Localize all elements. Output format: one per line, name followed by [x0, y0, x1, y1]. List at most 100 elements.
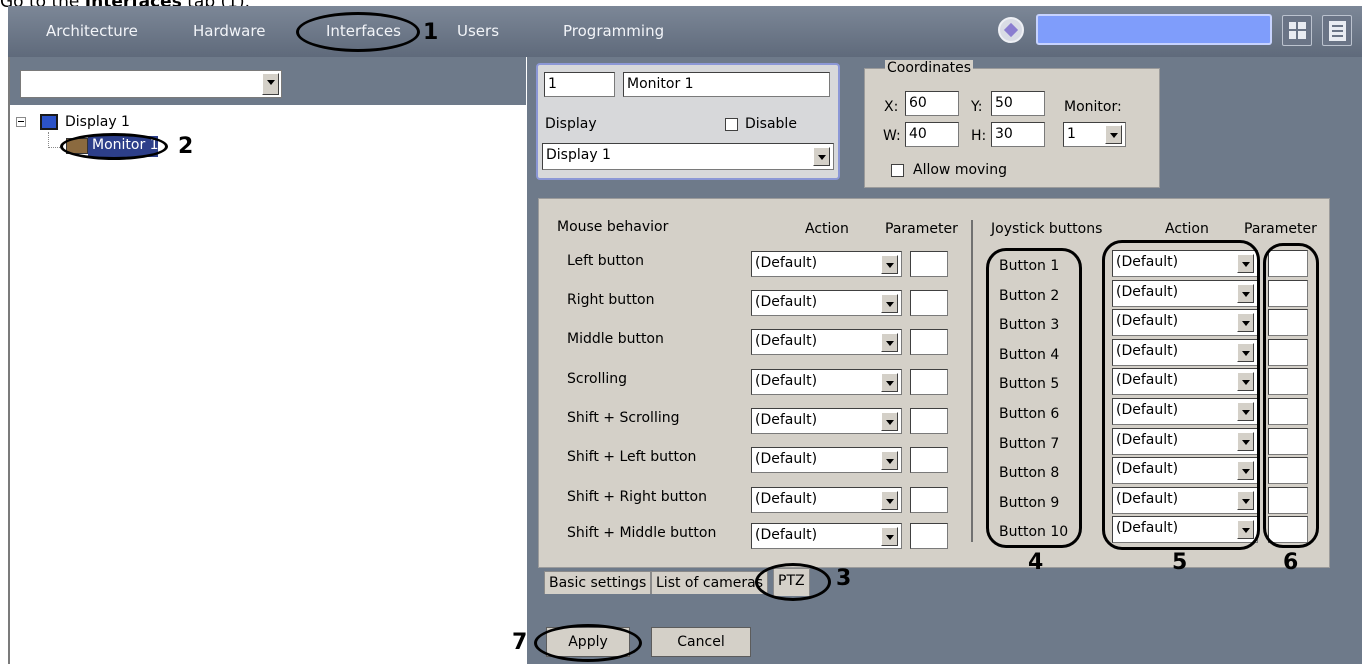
tab-hardware[interactable]: Hardware	[193, 22, 265, 40]
chevron-down-icon[interactable]	[262, 73, 279, 95]
callout-number: 2	[178, 134, 194, 159]
mouse-action-header: Action	[805, 221, 849, 237]
mouse-row-label: Shift + Scrolling	[567, 410, 680, 426]
joystick-action-header: Action	[1165, 221, 1209, 237]
mouse-parameter-field[interactable]	[910, 523, 948, 549]
mouse-parameter-field[interactable]	[910, 487, 948, 513]
search-input[interactable]	[1036, 14, 1272, 45]
mouse-behavior-header: Mouse behavior	[557, 219, 669, 235]
callout-ring-apply	[534, 624, 642, 662]
callout-number: 7	[512, 630, 528, 655]
tab-users[interactable]: Users	[457, 22, 499, 40]
mouse-parameter-field[interactable]	[910, 290, 948, 316]
chevron-down-icon[interactable]	[881, 373, 898, 392]
chevron-down-icon[interactable]	[813, 147, 830, 166]
mouse-action-select[interactable]: (Default)	[751, 523, 902, 549]
tab-architecture[interactable]: Architecture	[46, 22, 138, 40]
display-select-value: Display 1	[546, 147, 611, 163]
mouse-row-label: Left button	[567, 253, 644, 269]
cancel-button[interactable]: Cancel	[651, 627, 751, 657]
allow-moving-label: Allow moving	[913, 162, 1007, 178]
mouse-action-value: (Default)	[755, 333, 818, 349]
tab-list-of-cameras[interactable]: List of cameras	[651, 571, 769, 594]
callout-ring-joystick-actions	[1102, 240, 1260, 550]
callout-number: 1	[423, 20, 439, 45]
monitor-number-value: 1	[1067, 126, 1076, 142]
layout-grid-button[interactable]	[1282, 15, 1312, 46]
callout-number: 4	[1028, 550, 1044, 575]
chevron-down-icon[interactable]	[881, 412, 898, 431]
mouse-action-select[interactable]: (Default)	[751, 408, 902, 434]
chevron-down-icon[interactable]	[881, 333, 898, 352]
mouse-parameter-field[interactable]	[910, 369, 948, 395]
callout-ring-ptz	[755, 563, 831, 601]
mouse-action-select[interactable]: (Default)	[751, 487, 902, 513]
disable-label: Disable	[745, 116, 797, 132]
allow-moving-checkbox[interactable]	[891, 164, 904, 177]
mouse-action-value: (Default)	[755, 451, 818, 467]
x-field[interactable]: 60	[905, 91, 959, 116]
mouse-row-label: Shift + Middle button	[567, 525, 717, 541]
monitor-label: Monitor:	[1064, 99, 1122, 115]
joystick-buttons-header: Joystick buttons	[991, 221, 1103, 237]
mouse-action-select[interactable]: (Default)	[751, 329, 902, 355]
chevron-down-icon[interactable]	[881, 527, 898, 546]
chevron-down-icon[interactable]	[1105, 125, 1122, 144]
h-label: H:	[971, 128, 987, 144]
mouse-action-value: (Default)	[755, 527, 818, 543]
section-divider	[971, 220, 973, 542]
layout-grid-icon	[1289, 22, 1306, 39]
y-label: Y:	[971, 99, 983, 115]
logo-icon	[998, 17, 1024, 43]
mouse-parameter-field[interactable]	[910, 251, 948, 277]
mouse-action-select[interactable]: (Default)	[751, 369, 902, 395]
mouse-parameter-field[interactable]	[910, 329, 948, 355]
collapse-icon[interactable]	[16, 117, 26, 127]
tree-connector	[48, 132, 49, 148]
monitor-id-field[interactable]: 1	[544, 72, 615, 97]
callout-ring-monitor	[60, 133, 168, 160]
mouse-action-value: (Default)	[755, 294, 818, 310]
mouse-action-value: (Default)	[755, 373, 818, 389]
callout-number: 6	[1283, 550, 1299, 575]
callout-ring-joystick-parameters	[1263, 243, 1319, 548]
chevron-down-icon[interactable]	[881, 491, 898, 510]
callout-number: 3	[836, 566, 852, 591]
mouse-row-label: Shift + Right button	[567, 489, 707, 505]
display-icon	[40, 114, 58, 130]
callout-ring-joystick-buttons	[986, 248, 1082, 548]
monitor-number-select[interactable]: 1	[1063, 122, 1126, 147]
monitor-name-field[interactable]: Monitor 1	[623, 72, 830, 97]
mouse-action-select[interactable]: (Default)	[751, 447, 902, 473]
coordinates-title: Coordinates	[885, 60, 974, 76]
mouse-action-value: (Default)	[755, 491, 818, 507]
mouse-row-label: Right button	[567, 292, 655, 308]
y-field[interactable]: 50	[991, 91, 1045, 116]
mouse-parameter-field[interactable]	[910, 447, 948, 473]
tree-filter-combo[interactable]	[20, 70, 282, 98]
chevron-down-icon[interactable]	[881, 255, 898, 274]
display-label: Display	[545, 116, 597, 132]
mouse-row-label: Scrolling	[567, 371, 628, 387]
tree-item-display[interactable]: Display 1	[65, 114, 130, 130]
mouse-parameter-field[interactable]	[910, 408, 948, 434]
mouse-action-select[interactable]: (Default)	[751, 290, 902, 316]
callout-number: 5	[1172, 550, 1188, 575]
menu-icon	[1329, 21, 1346, 41]
h-field[interactable]: 30	[991, 122, 1045, 147]
display-select[interactable]: Display 1	[542, 143, 834, 170]
chevron-down-icon[interactable]	[881, 451, 898, 470]
chevron-down-icon[interactable]	[881, 294, 898, 313]
x-label: X:	[884, 99, 899, 115]
joystick-parameter-header: Parameter	[1244, 221, 1317, 237]
mouse-action-value: (Default)	[755, 255, 818, 271]
callout-ring-interfaces	[296, 12, 420, 52]
mouse-row-label: Middle button	[567, 331, 664, 347]
menu-button[interactable]	[1322, 15, 1352, 46]
tab-basic-settings[interactable]: Basic settings	[544, 571, 652, 594]
w-field[interactable]: 40	[905, 122, 959, 147]
disable-checkbox[interactable]	[725, 118, 738, 131]
mouse-action-select[interactable]: (Default)	[751, 251, 902, 277]
tab-programming[interactable]: Programming	[563, 22, 664, 40]
mouse-action-value: (Default)	[755, 412, 818, 428]
